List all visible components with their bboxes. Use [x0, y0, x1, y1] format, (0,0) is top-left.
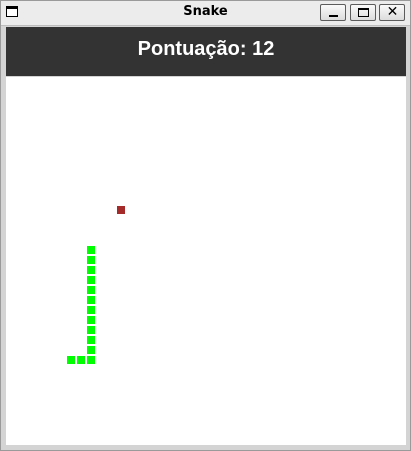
snake-segment — [87, 296, 95, 304]
game-board[interactable] — [6, 77, 406, 445]
score-header: Pontuação: 12 — [6, 27, 406, 76]
minimize-button[interactable] — [320, 4, 346, 21]
snake-segment — [87, 256, 95, 264]
snake-segment — [87, 326, 95, 334]
snake-segment — [87, 346, 95, 354]
window-title: Snake — [183, 4, 228, 19]
close-button[interactable]: ✕ — [379, 4, 405, 21]
maximize-icon — [358, 8, 369, 17]
snake-segment — [87, 306, 95, 314]
score-label: Pontuação: 12 — [137, 38, 275, 60]
food-pellet — [117, 206, 125, 214]
snake-segment — [87, 276, 95, 284]
snake-head — [67, 356, 75, 364]
close-icon: ✕ — [386, 4, 399, 20]
app-window: Snake ✕ Pontuação: 12 — [0, 0, 411, 451]
snake-segment — [77, 356, 85, 364]
minimize-icon — [329, 15, 338, 17]
snake-segment — [87, 336, 95, 344]
snake-segment — [87, 316, 95, 324]
snake-segment — [87, 286, 95, 294]
title-bar[interactable]: Snake ✕ — [1, 1, 410, 26]
snake-segment — [87, 356, 95, 364]
snake-segment — [87, 246, 95, 254]
maximize-button[interactable] — [350, 4, 376, 21]
snake-segment — [87, 266, 95, 274]
